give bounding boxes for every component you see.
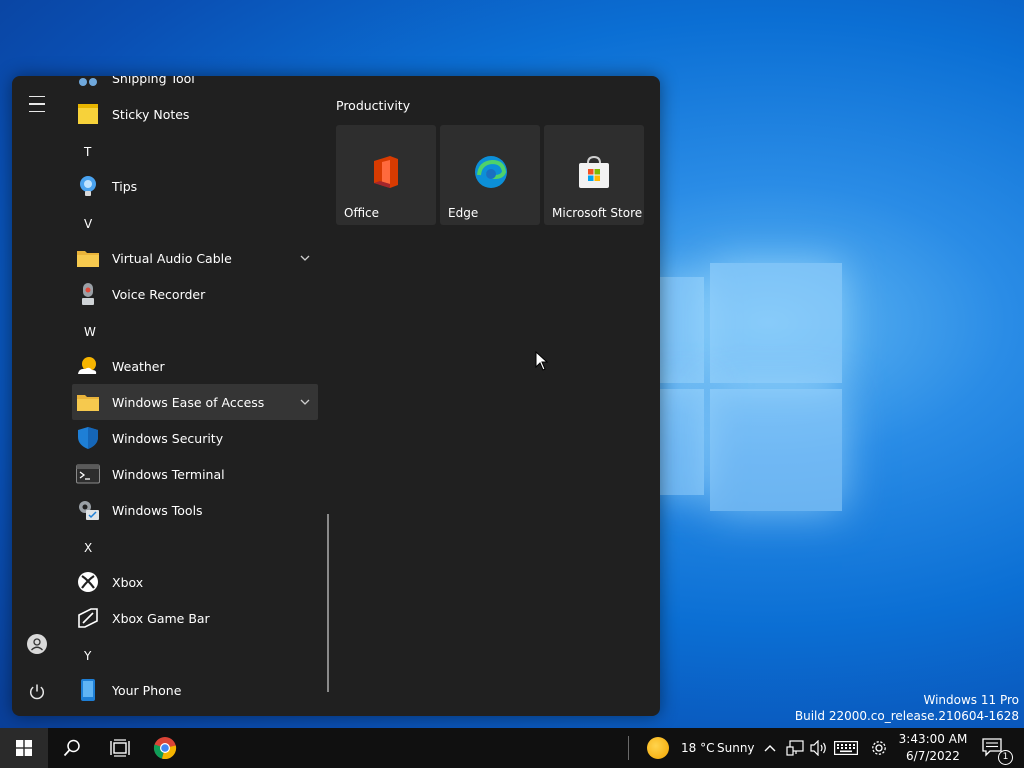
volume-button[interactable] (808, 728, 830, 768)
app-sticky-notes[interactable]: Sticky Notes (72, 96, 318, 132)
section-letter-y[interactable]: Y (84, 649, 91, 663)
xbox-game-bar-icon (76, 606, 100, 630)
app-label: Virtual Audio Cable (112, 250, 232, 266)
avatar (27, 634, 47, 654)
app-label: Windows Tools (112, 502, 203, 518)
search-icon (63, 739, 80, 757)
weather-icon (76, 354, 100, 378)
app-label: Snipping Tool (112, 76, 195, 86)
taskbar-clock[interactable]: 3:43:00 AM 6/7/2022 (896, 731, 970, 765)
weather-widget[interactable] (640, 728, 676, 768)
touch-keyboard-button[interactable] (832, 728, 860, 768)
clock-date: 6/7/2022 (906, 749, 960, 763)
watermark-edition: Windows 11 Pro (923, 693, 1019, 707)
task-view-button[interactable] (96, 728, 144, 768)
terminal-icon (76, 462, 100, 486)
chevron-down-icon[interactable] (300, 252, 310, 266)
tile-edge[interactable]: Edge (440, 125, 540, 225)
user-account-button[interactable] (25, 632, 49, 656)
windows-security-icon (76, 426, 100, 450)
chevron-down-icon[interactable] (300, 396, 310, 410)
app-windows-terminal[interactable]: Windows Terminal (72, 456, 318, 492)
edge-icon (474, 155, 507, 189)
volume-icon (810, 740, 826, 756)
section-letter-v[interactable]: V (84, 217, 92, 231)
network-icon (786, 740, 804, 756)
clock-time: 3:43:00 AM (898, 732, 968, 746)
search-button[interactable] (48, 728, 96, 768)
weather-condition[interactable]: Sunny (717, 741, 755, 755)
app-label: Windows Ease of Access (112, 394, 265, 410)
app-label: Xbox (112, 574, 144, 590)
os-build-watermark: Windows 11 Pro Build 22000.co_release.21… (795, 692, 1019, 724)
snipping-tool-icon (76, 76, 100, 90)
app-tips[interactable]: Tips (72, 168, 318, 204)
sticky-notes-icon (76, 102, 100, 126)
start-button[interactable] (0, 728, 48, 768)
office-icon (370, 155, 402, 189)
desktop-windows-logo (660, 255, 850, 513)
folder-icon (76, 390, 100, 414)
windows-tools-icon (76, 498, 100, 522)
app-windows-ease-of-access[interactable]: Windows Ease of Access (72, 384, 318, 420)
start-menu: Snipping Tool Sticky Notes T Tips V Virt… (12, 76, 660, 716)
network-button[interactable] (784, 728, 806, 768)
hamburger-menu-icon[interactable] (25, 92, 49, 116)
app-xbox-game-bar[interactable]: Xbox Game Bar (72, 600, 318, 636)
section-letter-t[interactable]: T (84, 145, 91, 159)
app-voice-recorder[interactable]: Voice Recorder (72, 276, 318, 312)
mouse-cursor-icon (535, 350, 549, 374)
app-label: Sticky Notes (112, 106, 190, 122)
tile-office[interactable]: Office (336, 125, 436, 225)
weather-temperature[interactable]: 18 °C (681, 741, 714, 755)
tile-label: Edge (448, 206, 479, 220)
taskbar-chrome[interactable] (142, 728, 188, 768)
app-label: Windows Terminal (112, 466, 225, 482)
gear-icon (872, 741, 886, 755)
app-label: Your Phone (112, 682, 182, 698)
app-windows-security[interactable]: Windows Security (72, 420, 318, 456)
chrome-icon (153, 737, 177, 760)
app-label: Xbox Game Bar (112, 610, 210, 626)
app-list: Snipping Tool Sticky Notes T Tips V Virt… (72, 76, 318, 716)
taskbar: 18 °C Sunny 3:43:00 AM 6/7/2022 1 (0, 728, 1024, 768)
tile-label: Microsoft Store (552, 206, 643, 220)
app-label: Tips (112, 178, 138, 194)
windows-logo-icon (16, 740, 32, 756)
section-letter-x[interactable]: X (84, 541, 92, 555)
show-hidden-icons-button[interactable] (760, 728, 780, 768)
keyboard-icon (834, 741, 858, 755)
power-icon[interactable] (25, 680, 49, 704)
app-your-phone[interactable]: Your Phone (72, 672, 318, 708)
app-virtual-audio-cable[interactable]: Virtual Audio Cable (72, 240, 318, 276)
app-weather[interactable]: Weather (72, 348, 318, 384)
folder-icon (76, 246, 100, 270)
task-view-icon (110, 739, 130, 757)
chevron-up-icon (764, 745, 776, 752)
watermark-build: Build 22000.co_release.210604-1628 (794, 709, 1019, 723)
app-label: Windows Security (112, 430, 224, 446)
app-windows-tools[interactable]: Windows Tools (72, 492, 318, 528)
start-left-rail (12, 76, 62, 716)
notification-badge: 1 (998, 750, 1013, 765)
tips-icon (76, 174, 100, 198)
app-label: Voice Recorder (112, 286, 206, 302)
section-letter-w[interactable]: W (84, 325, 96, 339)
microsoft-store-icon (578, 155, 610, 189)
voice-recorder-icon (76, 282, 100, 306)
taskbar-divider (628, 736, 629, 760)
tile-microsoft-store[interactable]: Microsoft Store (544, 125, 644, 225)
app-list-scrollbar[interactable] (327, 514, 329, 692)
weather-sun-icon (647, 737, 669, 759)
app-snipping-tool[interactable]: Snipping Tool (72, 76, 318, 96)
tile-label: Office (344, 206, 380, 220)
tile-group-title[interactable]: Productivity (336, 98, 410, 113)
app-xbox[interactable]: Xbox (72, 564, 318, 600)
xbox-icon (76, 570, 100, 594)
notification-center-button[interactable]: 1 (978, 728, 1013, 768)
settings-button[interactable] (866, 728, 892, 768)
your-phone-icon (76, 678, 100, 702)
app-label: Weather (112, 358, 165, 374)
